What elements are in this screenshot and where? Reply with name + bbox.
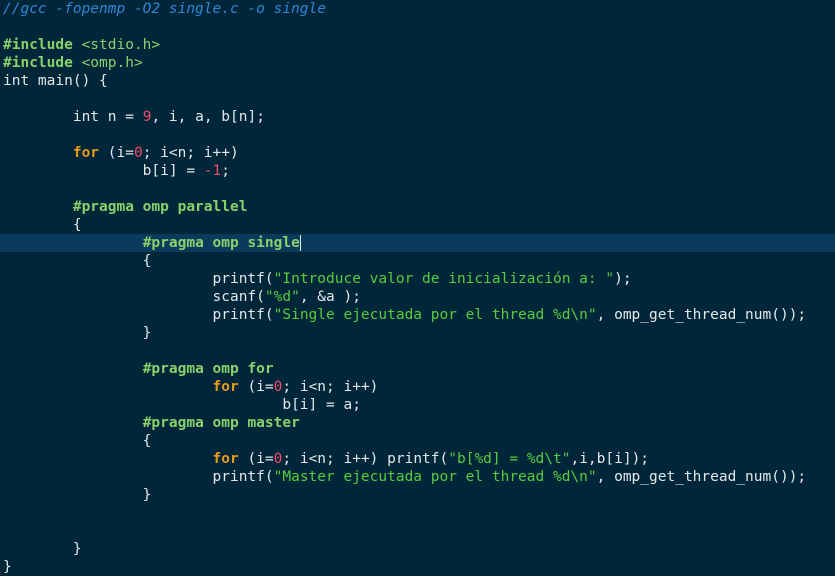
code-line[interactable]: for (i=0; i<n; i++)	[0, 144, 835, 162]
code-token-plain: , omp_get_thread_num());	[596, 307, 807, 323]
code-line[interactable]	[0, 522, 835, 540]
code-token-pre: #pragma omp for	[142, 361, 274, 377]
code-token-type: int	[72, 109, 100, 125]
code-token-plain: }	[3, 541, 82, 557]
code-token-str: "%d"	[264, 289, 300, 305]
code-token-plain: (i=	[238, 379, 274, 395]
code-token-plain: main() {	[29, 73, 108, 89]
code-line[interactable]: //gcc -fopenmp -O2 single.c -o single	[0, 0, 835, 18]
code-token-plain: {	[3, 253, 152, 269]
code-line[interactable]: {	[0, 432, 835, 450]
code-line[interactable]: printf("Introduce valor de inicializació…	[0, 270, 835, 288]
code-token-plain: }	[3, 325, 152, 341]
code-token-plain: (i=	[99, 145, 134, 161]
code-token-plain: n =	[99, 109, 143, 125]
code-line[interactable]	[0, 126, 835, 144]
code-line-current[interactable]: #pragma omp single	[0, 234, 835, 252]
code-line[interactable]	[0, 18, 835, 36]
code-token-include-path: <omp.h>	[81, 55, 143, 71]
code-token-plain: b[i] = a;	[3, 397, 361, 413]
code-line[interactable]	[0, 504, 835, 522]
code-editor[interactable]: //gcc -fopenmp -O2 single.c -o single #in…	[0, 0, 835, 575]
code-line[interactable]: #pragma omp master	[0, 414, 835, 432]
code-line[interactable]	[0, 342, 835, 360]
text-cursor	[299, 235, 301, 251]
code-token-str: "Master ejecutada por el thread %d\n"	[273, 469, 597, 485]
code-token-plain: printf(	[3, 271, 274, 287]
code-line[interactable]: printf("Master ejecutada por el thread %…	[0, 468, 835, 486]
code-token-plain: }	[3, 487, 152, 503]
code-token-pre: #include	[3, 55, 82, 71]
code-line[interactable]: {	[0, 252, 835, 270]
code-line[interactable]: #pragma omp parallel	[0, 198, 835, 216]
code-line[interactable]: for (i=0; i<n; i++) printf("b[%d] = %d\t…	[0, 450, 835, 468]
code-line[interactable]: }	[0, 486, 835, 504]
code-token-plain: printf(	[3, 307, 274, 323]
code-token-plain: printf(	[3, 469, 274, 485]
code-token-kw: for	[72, 145, 100, 161]
code-token-num: -1	[203, 163, 222, 179]
code-line[interactable]: int main() {	[0, 72, 835, 90]
code-token-plain: b[i] =	[3, 163, 204, 179]
code-line[interactable]: {	[0, 216, 835, 234]
code-token-plain: ; i<n; i++)	[142, 145, 239, 161]
code-line[interactable]: scanf("%d", &a );	[0, 288, 835, 306]
code-token-pre: #include	[3, 37, 82, 53]
code-line[interactable]: b[i] = -1;	[0, 162, 835, 180]
code-token-pre: #pragma omp master	[142, 415, 300, 431]
code-line[interactable]: for (i=0; i<n; i++)	[0, 378, 835, 396]
code-line[interactable]: b[i] = a;	[0, 396, 835, 414]
code-token-include-path: <stdio.h>	[81, 37, 161, 53]
code-token-pre: #pragma omp parallel	[72, 199, 248, 215]
code-token-plain: , i, a, b[n];	[151, 109, 265, 125]
code-token-plain: , omp_get_thread_num());	[596, 469, 807, 485]
code-token-plain: (i=	[238, 451, 274, 467]
code-token-plain: , &a );	[299, 289, 361, 305]
code-token-str: "b[%d] = %d\t"	[448, 451, 571, 467]
code-token-plain: ,i,b[i]);	[570, 451, 650, 467]
code-token-plain: ;	[221, 163, 230, 179]
code-token-num: 0	[133, 145, 143, 161]
code-line[interactable]: int n = 9, i, a, b[n];	[0, 108, 835, 126]
code-token-plain: );	[614, 271, 632, 287]
code-token-pre: #pragma omp single	[142, 235, 300, 251]
code-line[interactable]: }	[0, 558, 835, 576]
code-token-kw: for	[212, 451, 239, 467]
code-line[interactable]	[0, 90, 835, 108]
code-token-plain: }	[3, 559, 12, 575]
code-token-str: "Introduce valor de inicialización a: "	[273, 271, 615, 287]
code-line[interactable]	[0, 180, 835, 198]
code-token-kw: for	[212, 379, 239, 395]
code-line[interactable]: printf("Single ejecutada por el thread %…	[0, 306, 835, 324]
code-token-str: "Single ejecutada por el thread %d\n"	[273, 307, 597, 323]
code-token-plain: {	[3, 433, 152, 449]
code-line[interactable]: }	[0, 540, 835, 558]
code-line[interactable]: }	[0, 324, 835, 342]
code-line[interactable]: #pragma omp for	[0, 360, 835, 378]
code-line[interactable]: #include <stdio.h>	[0, 36, 835, 54]
code-line[interactable]: #include <omp.h>	[0, 54, 835, 72]
code-token-plain: ; i<n; i++) printf(	[282, 451, 449, 467]
code-token-type: int	[3, 73, 30, 89]
code-token-plain: {	[3, 217, 82, 233]
code-token-comment: //gcc -fopenmp -O2 single.c -o single	[3, 1, 327, 17]
code-token-plain: ; i<n; i++)	[282, 379, 379, 395]
code-token-plain: scanf(	[3, 289, 265, 305]
